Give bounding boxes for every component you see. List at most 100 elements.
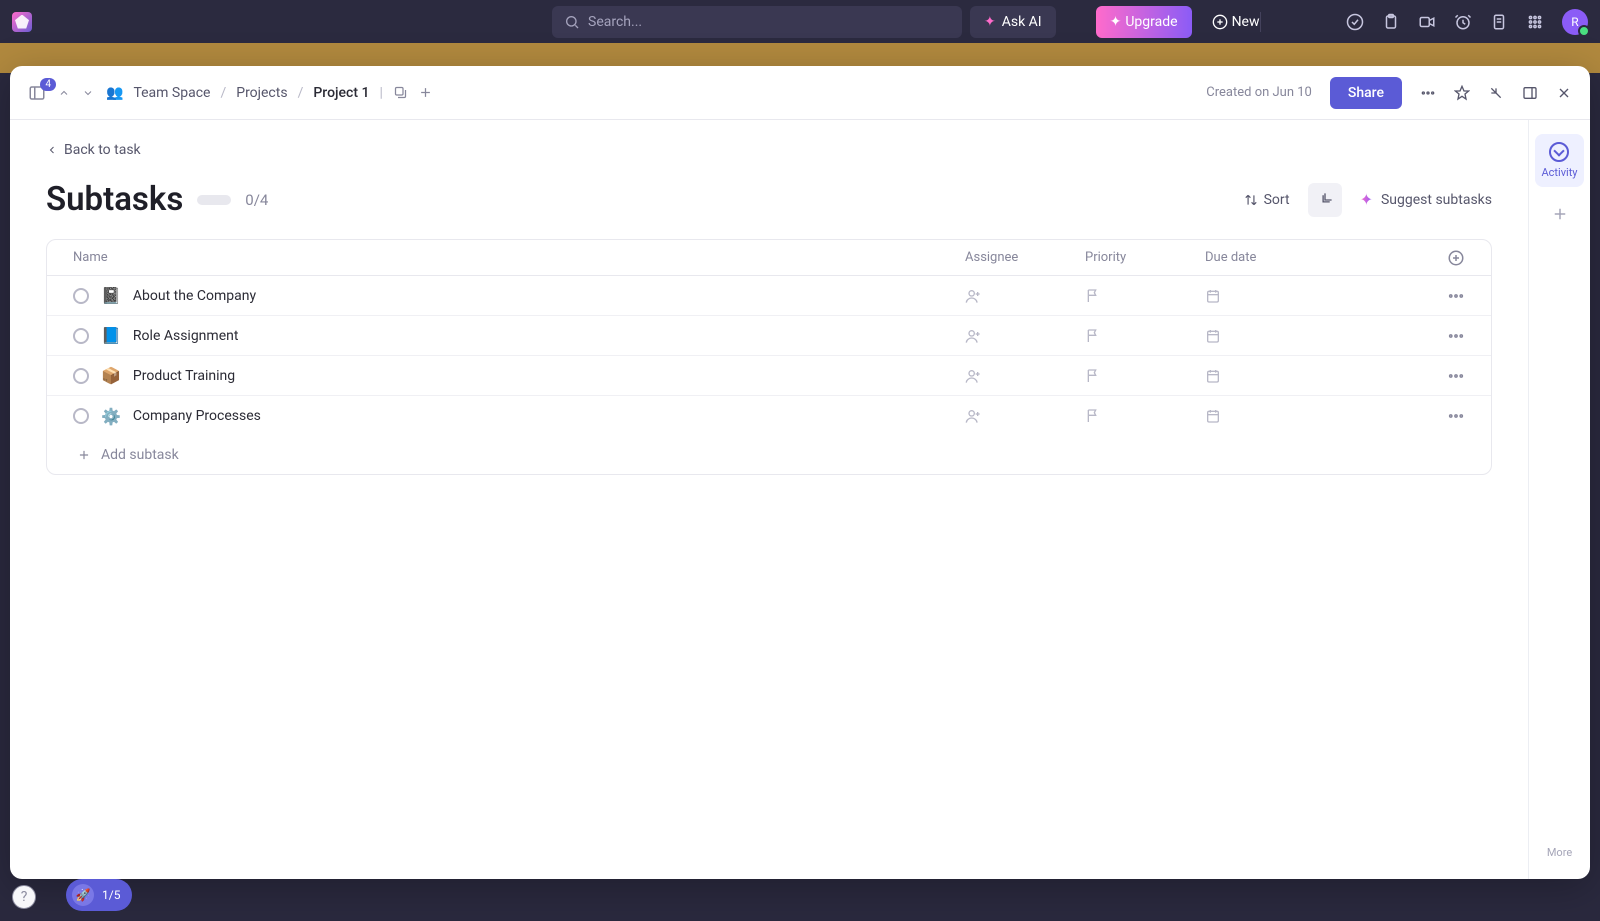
side-more-label[interactable]: More <box>1547 846 1572 859</box>
col-due: Due date <box>1205 250 1405 265</box>
due-date-cell[interactable] <box>1205 408 1405 424</box>
video-icon[interactable] <box>1418 13 1436 31</box>
cell-name: 📦 Product Training <box>73 366 965 385</box>
assignee-cell[interactable] <box>965 288 1085 304</box>
row-more-button[interactable] <box>1405 407 1465 425</box>
subtasks-title: Subtasks <box>46 180 183 219</box>
avatar-initial: R <box>1571 15 1578 29</box>
crumb-sep: / <box>220 85 226 101</box>
alarm-icon[interactable] <box>1454 13 1472 31</box>
table-row[interactable]: 📦 Product Training <box>47 356 1491 396</box>
sort-button[interactable]: Sort <box>1244 192 1290 208</box>
breadcrumb: 👥 Team Space / Projects / Project 1 | <box>106 85 433 101</box>
assignee-cell[interactable] <box>965 408 1085 424</box>
status-circle-icon[interactable] <box>73 288 89 304</box>
crumb-folder[interactable]: Projects <box>236 85 287 101</box>
upgrade-button[interactable]: ✦ Upgrade <box>1096 6 1192 38</box>
task-emoji: 📦 <box>101 366 121 385</box>
divider: | <box>379 85 382 101</box>
sparkle-icon: ✦ <box>1360 190 1373 209</box>
help-button[interactable]: ? <box>12 885 36 909</box>
plus-icon <box>77 448 91 462</box>
task-name: Product Training <box>133 368 235 384</box>
priority-cell[interactable] <box>1085 408 1205 424</box>
collapse-icon <box>1317 192 1333 208</box>
priority-cell[interactable] <box>1085 288 1205 304</box>
due-date-cell[interactable] <box>1205 328 1405 344</box>
close-icon[interactable] <box>1556 85 1572 101</box>
user-avatar[interactable]: R <box>1562 9 1588 35</box>
minimize-icon[interactable] <box>1488 85 1504 101</box>
rocket-icon: 🚀 <box>72 884 94 906</box>
status-circle-icon[interactable] <box>73 408 89 424</box>
assignee-cell[interactable] <box>965 368 1085 384</box>
divider <box>1260 12 1261 32</box>
due-date-cell[interactable] <box>1205 288 1405 304</box>
sidebar-toggle[interactable]: 4 <box>28 84 46 102</box>
table-row[interactable]: 📓About the Company <box>47 276 1491 316</box>
row-more-button[interactable] <box>1405 367 1465 385</box>
sort-icon <box>1244 193 1258 207</box>
search-placeholder: Search... <box>588 14 642 30</box>
activity-button[interactable]: Activity <box>1535 134 1583 187</box>
table-row[interactable]: 📘Role Assignment <box>47 316 1491 356</box>
global-search[interactable]: Search... <box>552 6 962 38</box>
upgrade-icon: ✦ <box>1110 14 1122 30</box>
app-logo[interactable] <box>12 12 32 32</box>
star-icon[interactable] <box>1454 85 1470 101</box>
chevron-down-icon[interactable] <box>82 87 94 99</box>
more-horizontal-icon[interactable] <box>1420 85 1436 101</box>
title-row: Subtasks 0/4 Sort ✦ Suggest subtasks <box>46 180 1492 219</box>
sidebar-badge: 4 <box>40 78 56 91</box>
onboarding-pill[interactable]: 🚀 1/5 <box>66 879 132 911</box>
suggest-label: Suggest subtasks <box>1381 192 1492 208</box>
created-on-label: Created on Jun 10 <box>1206 85 1312 100</box>
ask-ai-button[interactable]: ✦ Ask AI <box>970 6 1056 38</box>
col-priority: Priority <box>1085 250 1205 265</box>
suggest-subtasks-button[interactable]: ✦ Suggest subtasks <box>1360 190 1492 209</box>
sparkle-icon: ✦ <box>984 14 996 30</box>
add-subtask-row[interactable]: Add subtask <box>47 436 1491 474</box>
priority-cell[interactable] <box>1085 368 1205 384</box>
status-circle-icon[interactable] <box>73 368 89 384</box>
cell-name: 📘Role Assignment <box>73 326 965 345</box>
due-date-cell[interactable] <box>1205 368 1405 384</box>
add-column-button[interactable] <box>1405 249 1465 267</box>
new-label: New <box>1232 14 1260 30</box>
crumb-space[interactable]: Team Space <box>133 85 210 101</box>
col-assignee: Assignee <box>965 250 1085 265</box>
crumb-project[interactable]: Project 1 <box>313 85 369 101</box>
move-icon[interactable] <box>393 85 408 100</box>
assignee-cell[interactable] <box>965 328 1085 344</box>
side-plus-button[interactable] <box>1551 205 1569 223</box>
row-more-button[interactable] <box>1405 327 1465 345</box>
table-header: Name Assignee Priority Due date <box>47 240 1491 276</box>
clipboard-icon[interactable] <box>1382 13 1400 31</box>
table-row[interactable]: ⚙️Company Processes <box>47 396 1491 436</box>
table-rows: 📓About the Company 📘Role Assignment 📦 Produ… <box>47 276 1491 436</box>
col-name: Name <box>73 250 965 265</box>
modal-header: 4 👥 Team Space / Projects / Project 1 | … <box>10 66 1590 120</box>
checkmark-circle-icon[interactable] <box>1346 13 1364 31</box>
crumb-sep: / <box>298 85 304 101</box>
ask-ai-label: Ask AI <box>1002 14 1042 30</box>
topbar-right: R <box>1346 9 1588 35</box>
collapse-button[interactable] <box>1308 183 1342 217</box>
task-name: Role Assignment <box>133 328 239 344</box>
header-right: Created on Jun 10 Share <box>1206 77 1572 109</box>
apps-grid-icon[interactable] <box>1526 13 1544 31</box>
subtasks-table: Name Assignee Priority Due date 📓About t… <box>46 239 1492 475</box>
search-icon <box>564 14 580 30</box>
upgrade-label: Upgrade <box>1125 14 1177 30</box>
expand-panel-icon[interactable] <box>1522 85 1538 101</box>
document-icon[interactable] <box>1490 13 1508 31</box>
new-button[interactable]: New <box>1212 14 1260 30</box>
share-button[interactable]: Share <box>1330 77 1402 109</box>
chevron-up-icon[interactable] <box>58 87 70 99</box>
plus-icon[interactable] <box>418 85 433 100</box>
row-more-button[interactable] <box>1405 287 1465 305</box>
status-circle-icon[interactable] <box>73 328 89 344</box>
priority-cell[interactable] <box>1085 328 1205 344</box>
subtasks-counter: 0/4 <box>245 191 268 209</box>
back-to-task-link[interactable]: Back to task <box>46 142 1492 158</box>
